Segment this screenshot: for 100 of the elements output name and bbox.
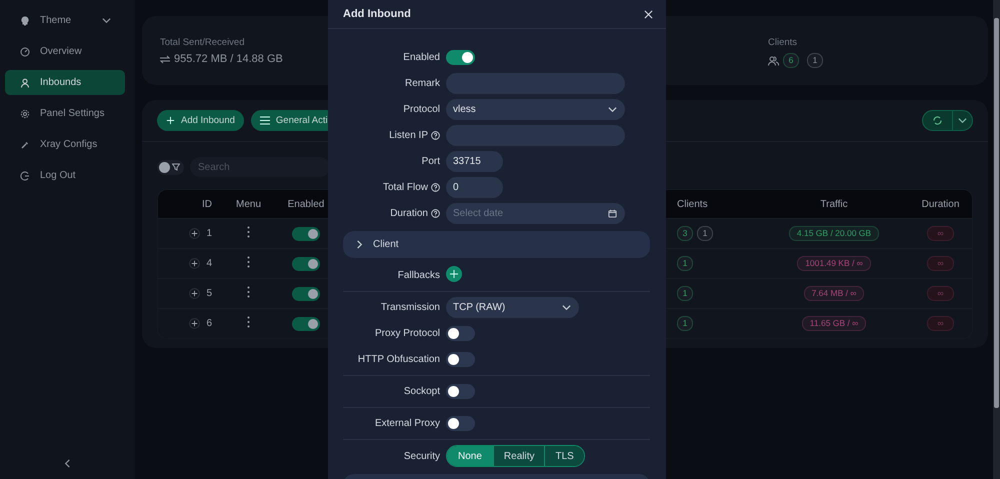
settings-icon: [20, 108, 30, 118]
traffic-tag: 7.64 MB / ∞: [804, 286, 864, 301]
duration-tag: ∞: [927, 316, 954, 331]
toggle-switch[interactable]: [446, 50, 475, 65]
count-badge: 1: [697, 226, 713, 241]
column-header: Menu: [234, 198, 262, 210]
field-label: Remark: [404, 78, 440, 89]
field-label: Listen IP: [389, 130, 428, 141]
field-label: Sockopt: [404, 386, 440, 397]
sidebar-item[interactable]: Panel Settings: [5, 101, 125, 126]
menu-icon: [260, 116, 270, 125]
toggle-switch[interactable]: [446, 352, 475, 367]
toggle-switch[interactable]: [446, 384, 475, 399]
sidebar-item[interactable]: Theme: [5, 8, 125, 33]
wrench-icon: [20, 140, 30, 150]
traffic-tag: 11.65 GB / ∞: [802, 316, 866, 331]
count-badge: 3: [677, 226, 693, 241]
field-label: Enabled: [403, 52, 440, 63]
segment-option[interactable]: TLS: [544, 446, 584, 466]
table-cell: 1: [206, 228, 212, 239]
column-header: ID: [201, 198, 213, 210]
scrollbar[interactable]: [993, 0, 1000, 479]
field-label: Fallbacks: [398, 270, 440, 281]
chevron-down-icon: [608, 105, 617, 114]
field-label: Port: [422, 156, 440, 167]
user-icon: [20, 78, 30, 88]
toggle-switch[interactable]: [446, 326, 475, 341]
sidebar-item[interactable]: Overview: [5, 39, 125, 64]
field-label: External Proxy: [374, 418, 440, 429]
traffic-tag: 1001.49 KB / ∞: [797, 256, 871, 271]
chevron-down-icon: [562, 303, 571, 312]
chevron-down-icon: [102, 16, 111, 25]
column-header: Enabled: [286, 198, 326, 210]
select-field[interactable]: TCP (RAW): [446, 297, 579, 318]
duration-tag: ∞: [927, 226, 954, 241]
text-field[interactable]: [446, 73, 625, 94]
text-field[interactable]: [446, 125, 625, 146]
count-badge: 1: [677, 256, 693, 271]
dialog-title: Add Inbound: [343, 8, 411, 20]
duration-tag: ∞: [927, 256, 954, 271]
expand-icon[interactable]: [189, 318, 200, 329]
sidebar-item[interactable]: Xray Configs: [5, 132, 125, 157]
field-label: Total Flow: [382, 182, 428, 193]
number-field[interactable]: 33715: [446, 151, 503, 172]
segment-option[interactable]: None: [447, 446, 493, 466]
toggle-switch[interactable]: [292, 256, 320, 270]
stat-label: Clients: [768, 37, 798, 48]
field-label: HTTP Obfuscation: [358, 354, 440, 365]
more-icon[interactable]: [247, 256, 250, 268]
collapse-panel[interactable]: Client: [343, 231, 650, 258]
filter-icon[interactable]: [172, 163, 180, 171]
plus-icon: [166, 116, 175, 125]
search-field[interactable]: Search: [190, 157, 330, 177]
expand-icon[interactable]: [189, 258, 200, 269]
close-icon[interactable]: [644, 10, 653, 18]
more-icon[interactable]: [247, 316, 250, 328]
exchange-icon: [160, 54, 170, 64]
count-badge: 1: [677, 316, 693, 331]
field-label: Protocol: [403, 104, 440, 115]
logout-icon: [20, 170, 30, 180]
refresh-button-group[interactable]: [922, 110, 973, 131]
column-header: Traffic: [819, 198, 849, 210]
toolbar-button[interactable]: Add Inbound: [157, 110, 244, 131]
count-badge: 1: [677, 286, 693, 301]
number-field[interactable]: 0: [446, 177, 503, 198]
count-badge: 1: [807, 53, 823, 68]
collapse-icon: [63, 459, 72, 468]
add-button[interactable]: [446, 266, 462, 282]
sidebar-item[interactable]: Inbounds: [5, 70, 125, 95]
toggle-switch[interactable]: [292, 316, 320, 330]
bulb-icon: [20, 16, 30, 26]
more-icon[interactable]: [247, 226, 250, 238]
table-cell: 5: [206, 288, 212, 299]
filter-toggle[interactable]: [157, 160, 184, 174]
stat-value: 955.72 MB / 14.88 GB: [174, 53, 283, 65]
more-icon[interactable]: [247, 286, 250, 298]
count-badge: 6: [783, 53, 799, 68]
column-header: Clients: [676, 198, 709, 210]
traffic-tag: 4.15 GB / 20.00 GB: [788, 226, 880, 241]
field-label: Security: [404, 450, 440, 462]
segment-option[interactable]: Reality: [492, 446, 544, 466]
expand-icon[interactable]: [189, 288, 200, 299]
table-cell: 6: [206, 318, 212, 329]
calendar-icon: [608, 209, 617, 218]
toggle-switch[interactable]: [446, 416, 475, 431]
table-cell: 4: [206, 258, 212, 269]
column-header: Duration: [920, 198, 960, 210]
select-field[interactable]: vless: [446, 99, 625, 120]
toggle-switch[interactable]: [292, 286, 320, 300]
field-label: Duration: [390, 208, 428, 219]
field-label: Proxy Protocol: [374, 328, 440, 339]
expand-icon[interactable]: [189, 228, 200, 239]
toggle-switch[interactable]: [292, 226, 320, 240]
field-label: Transmission: [380, 302, 440, 313]
sidebar-item[interactable]: Log Out: [5, 163, 125, 188]
gauge-icon: [20, 46, 30, 56]
duration-tag: ∞: [927, 286, 954, 301]
stat-label: Total Sent/Received: [160, 37, 246, 48]
chevron-right-icon: [355, 240, 364, 249]
users-icon: [768, 56, 779, 66]
